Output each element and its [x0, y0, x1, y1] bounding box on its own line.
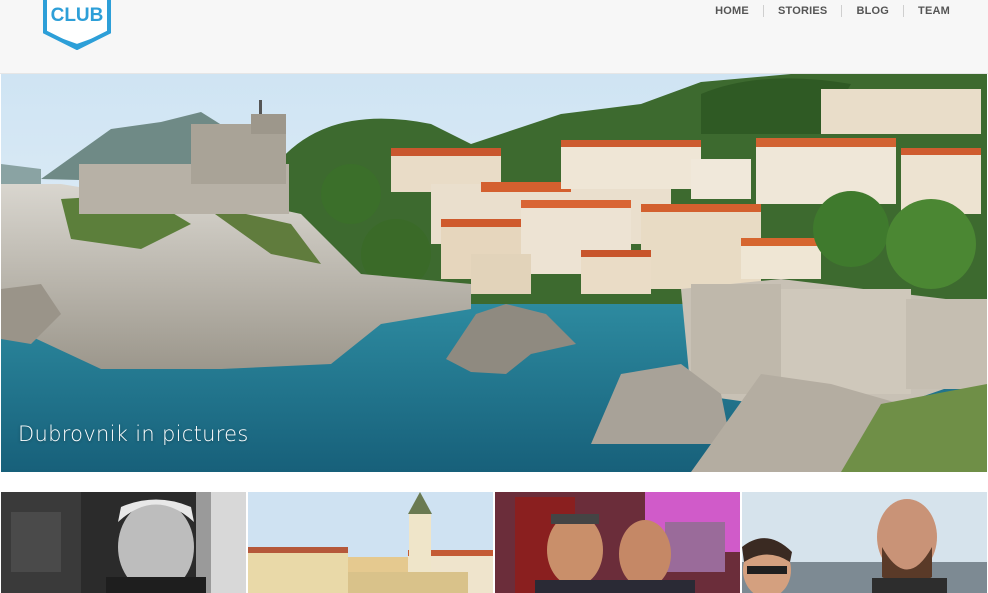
hero-banner[interactable]: Dubrovnik in pictures	[1, 74, 987, 472]
club-logo[interactable]: CLUB	[42, 0, 112, 51]
hero-image	[1, 74, 987, 472]
main-nav: HOME STORIES BLOG TEAM	[701, 4, 950, 18]
stories-grid	[1, 492, 987, 593]
city-square-image	[248, 492, 493, 593]
nav-blog[interactable]: BLOG	[842, 4, 903, 18]
story-thumbnail[interactable]	[1, 492, 246, 593]
two-men-bar-image	[495, 492, 740, 593]
nav-stories[interactable]: STORIES	[764, 4, 842, 18]
nav-team[interactable]: TEAM	[904, 4, 950, 18]
site-header: CLUB HOME STORIES BLOG TEAM	[0, 0, 988, 74]
nav-home[interactable]: HOME	[701, 4, 763, 18]
logo-text: CLUB	[51, 5, 104, 26]
man-portrait-image	[1, 492, 246, 593]
story-thumbnail[interactable]	[248, 492, 493, 593]
story-thumbnail[interactable]	[495, 492, 740, 593]
hero-caption: Dubrovnik in pictures	[18, 422, 249, 446]
couple-outdoor-image	[742, 492, 987, 593]
story-thumbnail[interactable]	[742, 492, 987, 593]
